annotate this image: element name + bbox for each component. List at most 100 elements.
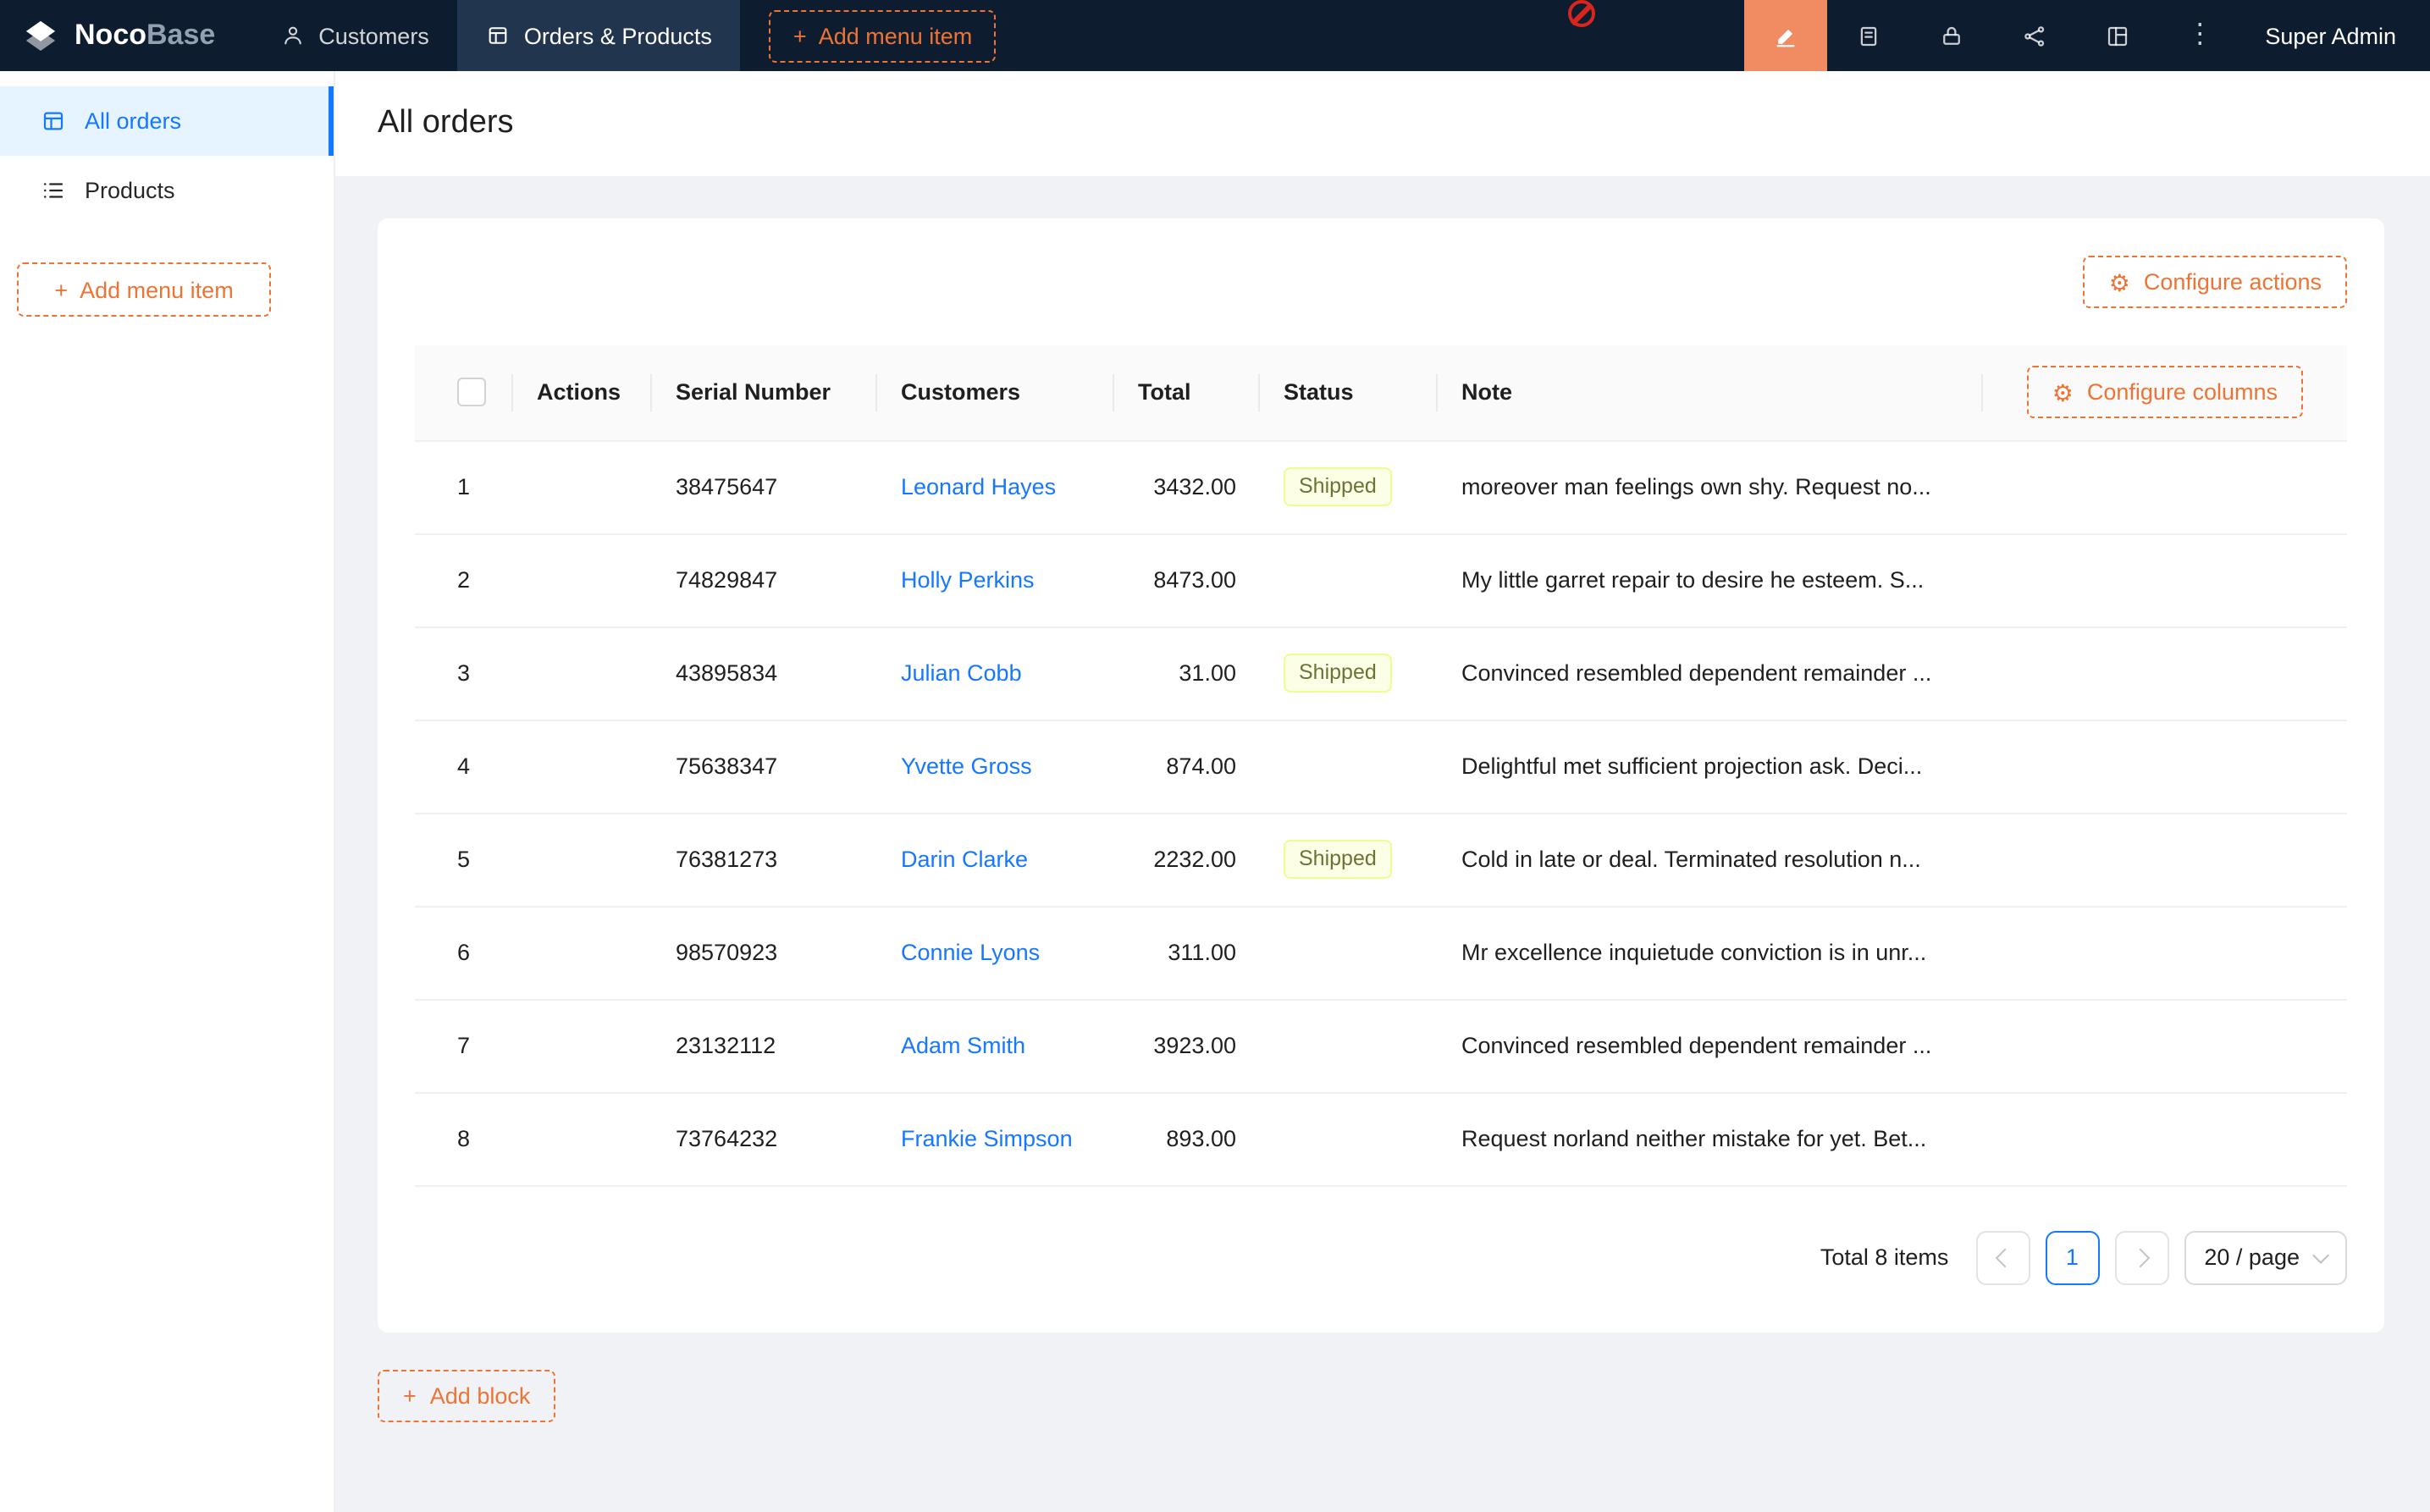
select-all-header-cell — [415, 345, 513, 440]
row-index-cell: 1 — [415, 440, 513, 533]
docs-button[interactable] — [1826, 0, 1909, 71]
user-menu[interactable]: Super Admin — [2241, 0, 2430, 71]
customer-cell: Adam Smith — [877, 999, 1114, 1092]
nocobase-logo[interactable]: NocoBase — [0, 0, 235, 71]
note-cell: Request norland neither mistake for yet.… — [1438, 1092, 1983, 1185]
main-area: All orders ⚙ Configure actions — [335, 71, 2430, 1512]
orders-table-block: ⚙ Configure actions Actions Serial Numbe… — [378, 218, 2384, 1332]
customer-cell: Holly Perkins — [877, 533, 1114, 626]
user-name: Super Admin — [2265, 23, 2396, 48]
row-index-cell: 4 — [415, 720, 513, 813]
chevron-right-icon — [2130, 1248, 2150, 1267]
total-cell: 8473.00 — [1114, 533, 1260, 626]
select-all-checkbox[interactable] — [457, 378, 486, 407]
row-index-cell: 6 — [415, 906, 513, 999]
add-block-button[interactable]: + Add block — [378, 1369, 555, 1421]
nocobase-logo-icon — [20, 15, 61, 56]
note-cell: moreover man feelings own shy. Request n… — [1438, 440, 1983, 533]
configure-columns-button[interactable]: ⚙ Configure columns — [2027, 367, 2303, 419]
api-button[interactable] — [1992, 0, 2075, 71]
pagination-total: Total 8 items — [1820, 1244, 1949, 1270]
customer-link[interactable]: Yvette Gross — [901, 753, 1032, 779]
header-spacer — [996, 0, 1743, 71]
row-spacer-cell — [1983, 813, 2347, 906]
ui-editor-button[interactable] — [1743, 0, 1826, 71]
layout-button[interactable] — [2075, 0, 2158, 71]
main-menu: Customers Orders & Products — [252, 0, 741, 71]
orders-table: Actions Serial Number Customers Total St… — [415, 345, 2347, 1186]
app-window: NocoBase Customers Orders & Products + A… — [0, 0, 2430, 1512]
row-index-cell: 2 — [415, 533, 513, 626]
row-index: 4 — [457, 753, 470, 779]
customer-cell: Julian Cobb — [877, 626, 1114, 720]
total-cell: 2232.00 — [1114, 813, 1260, 906]
plus-icon: + — [403, 1382, 417, 1408]
status-tag: Shipped — [1284, 840, 1392, 879]
column-header-actions[interactable]: Actions — [513, 345, 652, 440]
ellipsis-icon: ⋮ — [2186, 22, 2213, 49]
serial-number-cell: 98570923 — [652, 906, 877, 999]
status-cell — [1260, 999, 1438, 1092]
pagination-next-button[interactable] — [2114, 1230, 2168, 1284]
customer-link[interactable]: Julian Cobb — [901, 660, 1022, 686]
pagination-prev-button[interactable] — [1975, 1230, 2030, 1284]
layout-icon — [2104, 23, 2129, 48]
sidebar-item-all-orders[interactable]: All orders — [0, 86, 334, 156]
status-cell: Shipped — [1260, 813, 1438, 906]
table-row: 5 76381273 Darin Clarke 2232.00 Shipped … — [415, 813, 2347, 906]
header-icon-group: ⋮ — [1743, 0, 2241, 71]
tab-customers[interactable]: Customers — [252, 0, 458, 71]
row-index: 7 — [457, 1033, 470, 1058]
row-index: 5 — [457, 847, 470, 872]
pagination-page-1[interactable]: 1 — [2045, 1230, 2099, 1284]
row-index-cell: 3 — [415, 626, 513, 720]
customer-cell: Leonard Hayes — [877, 440, 1114, 533]
tab-orders-products[interactable]: Orders & Products — [458, 0, 741, 71]
sidebar-item-label: Products — [85, 178, 175, 203]
row-actions-cell — [513, 906, 652, 999]
customer-link[interactable]: Adam Smith — [901, 1033, 1025, 1058]
status-cell: Shipped — [1260, 626, 1438, 720]
sidebar-add-menu-item-button[interactable]: + Add menu item — [17, 262, 271, 317]
table-row: 1 38475647 Leonard Hayes 3432.00 Shipped… — [415, 440, 2347, 533]
sidebar-item-products[interactable]: Products — [0, 156, 334, 225]
header-add-menu-item-button[interactable]: + Add menu item — [770, 9, 996, 62]
top-navbar: NocoBase Customers Orders & Products + A… — [0, 0, 2430, 71]
page-size-select[interactable]: 20 / page — [2184, 1230, 2347, 1284]
total-cell: 3432.00 — [1114, 440, 1260, 533]
row-actions-cell — [513, 533, 652, 626]
configure-actions-button[interactable]: ⚙ Configure actions — [2084, 256, 2347, 308]
column-header-customers[interactable]: Customers — [877, 345, 1114, 440]
row-spacer-cell — [1983, 999, 2347, 1092]
row-spacer-cell — [1983, 1092, 2347, 1185]
table-row: 2 74829847 Holly Perkins 8473.00 My litt… — [415, 533, 2347, 626]
customer-link[interactable]: Holly Perkins — [901, 567, 1035, 593]
row-actions-cell — [513, 813, 652, 906]
table-row: 8 73764232 Frankie Simpson 893.00 Reques… — [415, 1092, 2347, 1185]
add-menu-item-label: Add menu item — [819, 23, 973, 48]
customer-link[interactable]: Connie Lyons — [901, 940, 1040, 965]
row-index: 6 — [457, 940, 470, 965]
customer-link[interactable]: Darin Clarke — [901, 847, 1028, 872]
gear-icon: ⚙ — [2109, 270, 2130, 294]
customer-link[interactable]: Frankie Simpson — [901, 1126, 1073, 1151]
column-header-note[interactable]: Note — [1438, 345, 1983, 440]
column-header-status[interactable]: Status — [1260, 345, 1438, 440]
row-index-cell: 5 — [415, 813, 513, 906]
status-tag: Shipped — [1284, 654, 1392, 693]
lock-button[interactable] — [1909, 0, 1992, 71]
more-button[interactable]: ⋮ — [2158, 0, 2241, 71]
row-index: 1 — [457, 474, 470, 499]
page-header: All orders — [335, 71, 2430, 176]
column-header-total[interactable]: Total — [1114, 345, 1260, 440]
total-cell: 874.00 — [1114, 720, 1260, 813]
customer-link[interactable]: Leonard Hayes — [901, 474, 1056, 499]
table-body: 1 38475647 Leonard Hayes 3432.00 Shipped… — [415, 440, 2347, 1185]
serial-number-cell: 73764232 — [652, 1092, 877, 1185]
table-toolbar: ⚙ Configure actions — [415, 256, 2347, 308]
note-cell: Cold in late or deal. Terminated resolut… — [1438, 813, 1983, 906]
column-header-serial-number[interactable]: Serial Number — [652, 345, 877, 440]
table-row: 3 43895834 Julian Cobb 31.00 Shipped Con… — [415, 626, 2347, 720]
orders-icon — [41, 108, 66, 134]
total-cell: 31.00 — [1114, 626, 1260, 720]
